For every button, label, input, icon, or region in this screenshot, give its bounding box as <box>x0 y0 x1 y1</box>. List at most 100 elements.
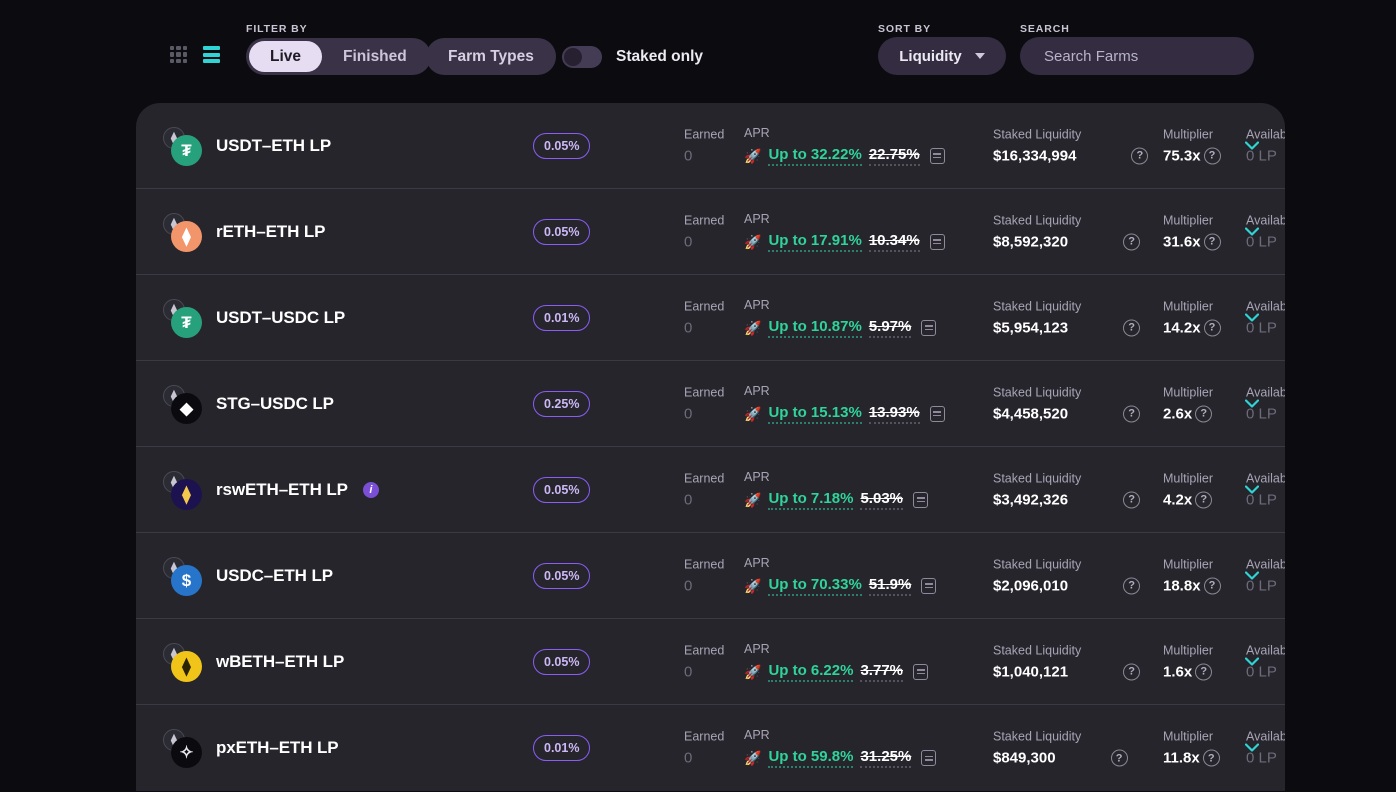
apr-boosted-value: Up to 15.13% <box>768 404 861 424</box>
token-icon-primary: ⧫ <box>171 479 202 510</box>
staked-liquidity-label: Staked Liquidity <box>993 643 1140 657</box>
available-label: Available <box>1246 299 1285 313</box>
filter-by-label: FILTER BY <box>246 23 308 35</box>
available-label: Available <box>1246 213 1285 227</box>
fee-badge: 0.05% <box>533 133 590 159</box>
help-icon[interactable]: ? <box>1123 405 1140 422</box>
farm-row[interactable]: ⧫ ✧ pxETH–ETH LP 0.01% Earned 0 APR 🚀 Up… <box>136 705 1285 791</box>
help-icon[interactable]: ? <box>1123 663 1140 680</box>
expand-row-chevron-down-icon[interactable] <box>1245 399 1259 408</box>
farm-row[interactable]: ⧫ ⧫ rswETH–ETH LP i 0.05% Earned 0 APR 🚀… <box>136 447 1285 533</box>
tab-live[interactable]: Live <box>249 41 322 72</box>
apr-label: APR <box>744 126 945 140</box>
info-icon[interactable]: i <box>363 482 379 498</box>
help-icon[interactable]: ? <box>1123 233 1140 250</box>
apr-cell: APR 🚀 Up to 32.22% 22.75% <box>744 126 945 166</box>
farms-list: ⧫ ₮ USDT–ETH LP 0.05% Earned 0 APR 🚀 Up … <box>136 103 1285 791</box>
multiplier-cell: Multiplier 1.6x ? <box>1163 643 1213 680</box>
help-icon[interactable]: ? <box>1204 319 1221 336</box>
rocket-icon: 🚀 <box>744 579 761 593</box>
staked-liquidity-cell: Staked Liquidity $16,334,994 ? <box>993 127 1148 164</box>
pair-cell: ⧫ ₮ USDT–USDC LP <box>162 275 345 361</box>
earned-cell: Earned 0 <box>684 730 724 767</box>
earned-label: Earned <box>684 299 724 313</box>
sort-by-label: SORT BY <box>878 23 931 35</box>
staked-liquidity-value: $4,458,520 <box>993 405 1068 422</box>
multiplier-value: 14.2x <box>1163 319 1201 336</box>
apr-label: APR <box>744 212 945 226</box>
pair-cell: ⧫ ₮ USDT–ETH LP <box>162 103 331 189</box>
expand-row-chevron-down-icon[interactable] <box>1245 227 1259 236</box>
calculator-icon[interactable] <box>913 664 928 680</box>
farm-row[interactable]: ⧫ ⧫ wBETH–ETH LP 0.05% Earned 0 APR 🚀 Up… <box>136 619 1285 705</box>
staked-only-switch[interactable] <box>562 46 602 68</box>
help-icon[interactable]: ? <box>1123 491 1140 508</box>
grid-view-icon[interactable] <box>170 46 187 63</box>
search-input[interactable] <box>1020 37 1254 75</box>
view-mode-toggles <box>170 46 220 63</box>
expand-row-chevron-down-icon[interactable] <box>1245 141 1259 150</box>
staked-liquidity-value: $5,954,123 <box>993 319 1068 336</box>
help-icon[interactable]: ? <box>1123 319 1140 336</box>
apr-cell: APR 🚀 Up to 59.8% 31.25% <box>744 728 936 768</box>
earned-label: Earned <box>684 730 724 744</box>
token-icon-primary: ₮ <box>171 135 202 166</box>
apr-base-value: 51.9% <box>869 576 912 596</box>
calculator-icon[interactable] <box>930 406 945 422</box>
help-icon[interactable]: ? <box>1204 233 1221 250</box>
calculator-icon[interactable] <box>930 148 945 164</box>
calculator-icon[interactable] <box>930 234 945 250</box>
fee-badge: 0.05% <box>533 219 590 245</box>
live-finished-toggle: Live Finished <box>246 38 431 75</box>
expand-row-chevron-down-icon[interactable] <box>1245 313 1259 322</box>
earned-label: Earned <box>684 385 724 399</box>
farm-row[interactable]: ⧫ ₮ USDT–ETH LP 0.05% Earned 0 APR 🚀 Up … <box>136 103 1285 189</box>
help-icon[interactable]: ? <box>1195 663 1212 680</box>
earned-label: Earned <box>684 471 724 485</box>
staked-only-label: Staked only <box>616 48 703 66</box>
tab-finished[interactable]: Finished <box>322 41 428 72</box>
calculator-icon[interactable] <box>913 492 928 508</box>
help-icon[interactable]: ? <box>1204 577 1221 594</box>
help-icon[interactable]: ? <box>1123 577 1140 594</box>
farm-row[interactable]: ⧫ ⧫ rETH–ETH LP 0.05% Earned 0 APR 🚀 Up … <box>136 189 1285 275</box>
sort-by-select[interactable]: Liquidity <box>878 37 1006 75</box>
expand-row-chevron-down-icon[interactable] <box>1245 744 1259 753</box>
calculator-icon[interactable] <box>921 578 936 594</box>
multiplier-value: 75.3x <box>1163 147 1201 164</box>
rocket-icon: 🚀 <box>744 751 761 765</box>
calculator-icon[interactable] <box>921 750 936 766</box>
token-pair-icons: ⧫ $ <box>162 557 206 595</box>
help-icon[interactable]: ? <box>1111 750 1128 767</box>
help-icon[interactable]: ? <box>1203 750 1220 767</box>
multiplier-label: Multiplier <box>1163 127 1221 141</box>
farm-row[interactable]: ⧫ $ USDC–ETH LP 0.05% Earned 0 APR 🚀 Up … <box>136 533 1285 619</box>
rocket-icon: 🚀 <box>744 493 761 507</box>
farm-row[interactable]: ⧫ ◆ STG–USDC LP 0.25% Earned 0 APR 🚀 Up … <box>136 361 1285 447</box>
search-label: SEARCH <box>1020 23 1070 35</box>
expand-row-chevron-down-icon[interactable] <box>1245 571 1259 580</box>
pair-cell: ⧫ ✧ pxETH–ETH LP <box>162 705 339 791</box>
earned-value: 0 <box>684 663 724 680</box>
expand-row-chevron-down-icon[interactable] <box>1245 485 1259 494</box>
chevron-down-icon <box>975 53 985 59</box>
rocket-icon: 🚀 <box>744 321 761 335</box>
help-icon[interactable]: ? <box>1131 147 1148 164</box>
farm-row[interactable]: ⧫ ₮ USDT–USDC LP 0.01% Earned 0 APR 🚀 Up… <box>136 275 1285 361</box>
earned-value: 0 <box>684 405 724 422</box>
token-pair-icons: ⧫ ₮ <box>162 299 206 337</box>
earned-label: Earned <box>684 213 724 227</box>
help-icon[interactable]: ? <box>1204 147 1221 164</box>
earned-value: 0 <box>684 233 724 250</box>
apr-boosted-value: Up to 7.18% <box>768 490 853 510</box>
help-icon[interactable]: ? <box>1195 405 1212 422</box>
earned-value: 0 <box>684 147 724 164</box>
help-icon[interactable]: ? <box>1195 491 1212 508</box>
farm-types-button[interactable]: Farm Types <box>426 38 556 75</box>
available-label: Available <box>1246 127 1285 141</box>
calculator-icon[interactable] <box>921 320 936 336</box>
apr-boosted-value: Up to 10.87% <box>768 318 861 338</box>
pair-name: USDT–USDC LP <box>216 308 345 328</box>
expand-row-chevron-down-icon[interactable] <box>1245 657 1259 666</box>
list-view-icon[interactable] <box>203 46 220 63</box>
